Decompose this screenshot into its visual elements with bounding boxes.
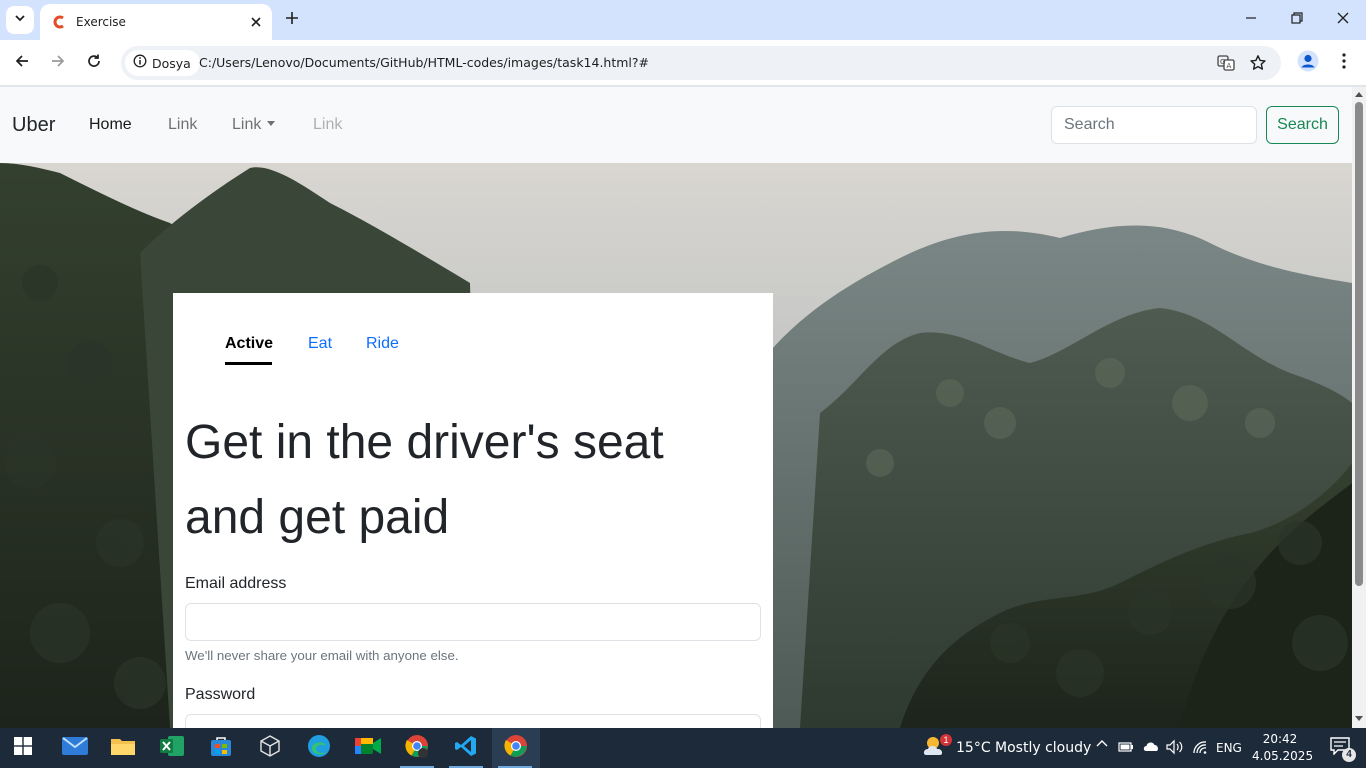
tab-active[interactable]: Active bbox=[225, 335, 273, 353]
taskbar-chrome-profile[interactable] bbox=[394, 728, 440, 768]
store-icon bbox=[210, 735, 232, 762]
page-favicon-icon bbox=[52, 14, 68, 30]
clock-time: 20:42 bbox=[1262, 732, 1298, 746]
reload-icon bbox=[86, 53, 102, 74]
profile-avatar[interactable] bbox=[1294, 49, 1322, 77]
taskbar-chrome-active[interactable] bbox=[492, 728, 540, 768]
email-field[interactable] bbox=[185, 603, 761, 641]
scrollbar-thumb[interactable] bbox=[1355, 102, 1363, 586]
site-chip-label: Dosya bbox=[152, 55, 191, 71]
taskbar-3d-viewer[interactable] bbox=[247, 728, 293, 768]
arrow-right-icon bbox=[50, 53, 66, 74]
tab-title: Exercise bbox=[76, 15, 126, 29]
close-window-button[interactable] bbox=[1320, 0, 1366, 40]
page-viewport: Uber Home Link Link Link Search Search A… bbox=[0, 87, 1352, 728]
taskbar-store[interactable] bbox=[198, 728, 244, 768]
caret-down-icon bbox=[267, 121, 276, 126]
hero-headline: Get in the driver's seat and get paid bbox=[185, 416, 664, 544]
tab-search-button[interactable] bbox=[6, 6, 34, 34]
windows-logo-icon bbox=[14, 736, 32, 760]
site-info-chip[interactable]: Dosya bbox=[125, 50, 200, 76]
nav-link-home[interactable]: Home bbox=[89, 116, 132, 134]
edge-icon bbox=[307, 734, 331, 763]
chevron-down-icon bbox=[14, 11, 26, 29]
restore-button[interactable] bbox=[1274, 0, 1320, 40]
weather-widget[interactable]: 1 bbox=[916, 728, 956, 768]
clock-date: 4.05.2025 bbox=[1252, 749, 1314, 763]
restore-icon bbox=[1291, 11, 1303, 29]
taskbar-edge[interactable] bbox=[296, 728, 342, 768]
action-center-button[interactable]: 4 bbox=[1320, 728, 1360, 768]
scroll-down-arrow-icon[interactable] bbox=[1355, 715, 1363, 723]
new-tab-button[interactable] bbox=[280, 8, 304, 32]
notification-count-badge: 4 bbox=[1342, 748, 1356, 762]
email-help-text: We'll never share your email with anyone… bbox=[185, 648, 459, 663]
mail-icon bbox=[62, 736, 88, 761]
nav-dropdown-label: Link bbox=[232, 116, 262, 133]
password-label: Password bbox=[185, 686, 256, 703]
email-label: Email address bbox=[185, 575, 287, 592]
system-clock[interactable]: 20:42 4.05.2025 bbox=[1252, 731, 1314, 765]
scroll-up-arrow-icon[interactable] bbox=[1355, 90, 1363, 98]
svg-text:A: A bbox=[1227, 62, 1232, 70]
onedrive-cloud-icon[interactable] bbox=[1142, 740, 1160, 756]
info-icon bbox=[133, 54, 147, 73]
weather-text[interactable]: 15°C Mostly cloudy bbox=[956, 740, 1091, 756]
taskbar-excel[interactable] bbox=[149, 728, 195, 768]
taskbar-file-explorer[interactable] bbox=[100, 728, 146, 768]
reload-button[interactable] bbox=[80, 49, 108, 77]
plus-icon bbox=[285, 11, 299, 30]
navbar-search-input[interactable] bbox=[1051, 106, 1257, 144]
search-button[interactable]: Search bbox=[1266, 106, 1339, 144]
excel-icon bbox=[160, 735, 184, 762]
browser-tab-strip: Exercise bbox=[0, 0, 1366, 40]
page-scrollbar[interactable] bbox=[1352, 87, 1366, 728]
translate-icon[interactable]: GA bbox=[1215, 52, 1237, 74]
arrow-left-icon bbox=[14, 53, 30, 74]
input-language[interactable]: ENG bbox=[1216, 741, 1242, 755]
show-hidden-icons-chevron-icon[interactable] bbox=[1096, 738, 1108, 754]
svg-text:G: G bbox=[1220, 58, 1225, 66]
folder-icon bbox=[111, 736, 135, 761]
taskbar-vscode[interactable] bbox=[443, 728, 489, 768]
navbar-brand[interactable]: Uber bbox=[12, 114, 55, 137]
active-tab-indicator bbox=[225, 362, 272, 365]
taskbar-mail[interactable] bbox=[52, 728, 98, 768]
chrome-profile-icon bbox=[405, 734, 429, 763]
browser-tab[interactable]: Exercise bbox=[40, 4, 272, 40]
url-text: C:/Users/Lenovo/Documents/GitHub/HTML-co… bbox=[199, 55, 650, 70]
start-button[interactable] bbox=[0, 728, 46, 768]
meet-icon bbox=[355, 736, 381, 761]
vscode-icon bbox=[454, 734, 478, 763]
browser-menu-button[interactable] bbox=[1332, 49, 1356, 77]
windows-taskbar: 1 15°C Mostly cloudy ENG 20:42 4.05.2025… bbox=[0, 728, 1366, 768]
cube-icon bbox=[258, 734, 282, 763]
minimize-button[interactable] bbox=[1228, 0, 1274, 40]
site-navbar: Uber Home Link Link Link Search bbox=[0, 87, 1352, 163]
address-bar[interactable]: Dosya C:/Users/Lenovo/Documents/GitHub/H… bbox=[121, 46, 1281, 80]
back-button[interactable] bbox=[8, 49, 36, 77]
more-vertical-icon bbox=[1342, 52, 1346, 74]
forward-button[interactable] bbox=[44, 49, 72, 77]
tab-eat[interactable]: Eat bbox=[308, 335, 332, 353]
nav-dropdown-link[interactable]: Link bbox=[232, 116, 276, 134]
signup-card: Active Eat Ride Get in the driver's seat… bbox=[173, 293, 773, 728]
nav-link-disabled: Link bbox=[313, 116, 343, 133]
weather-alert-badge: 1 bbox=[940, 734, 952, 746]
network-wifi-icon[interactable] bbox=[1192, 740, 1208, 758]
close-tab-icon[interactable] bbox=[246, 12, 266, 32]
battery-plug-icon[interactable] bbox=[1118, 740, 1134, 758]
password-field[interactable] bbox=[185, 714, 761, 728]
bookmark-star-icon[interactable] bbox=[1247, 52, 1269, 74]
tab-ride[interactable]: Ride bbox=[366, 335, 399, 353]
chrome-icon bbox=[504, 734, 528, 763]
minimize-icon bbox=[1245, 11, 1257, 29]
browser-toolbar: Dosya C:/Users/Lenovo/Documents/GitHub/H… bbox=[0, 40, 1366, 86]
close-icon bbox=[1337, 11, 1349, 29]
taskbar-meet[interactable] bbox=[345, 728, 391, 768]
volume-icon[interactable] bbox=[1166, 739, 1184, 759]
nav-link[interactable]: Link bbox=[168, 116, 197, 134]
person-icon bbox=[1297, 50, 1319, 77]
